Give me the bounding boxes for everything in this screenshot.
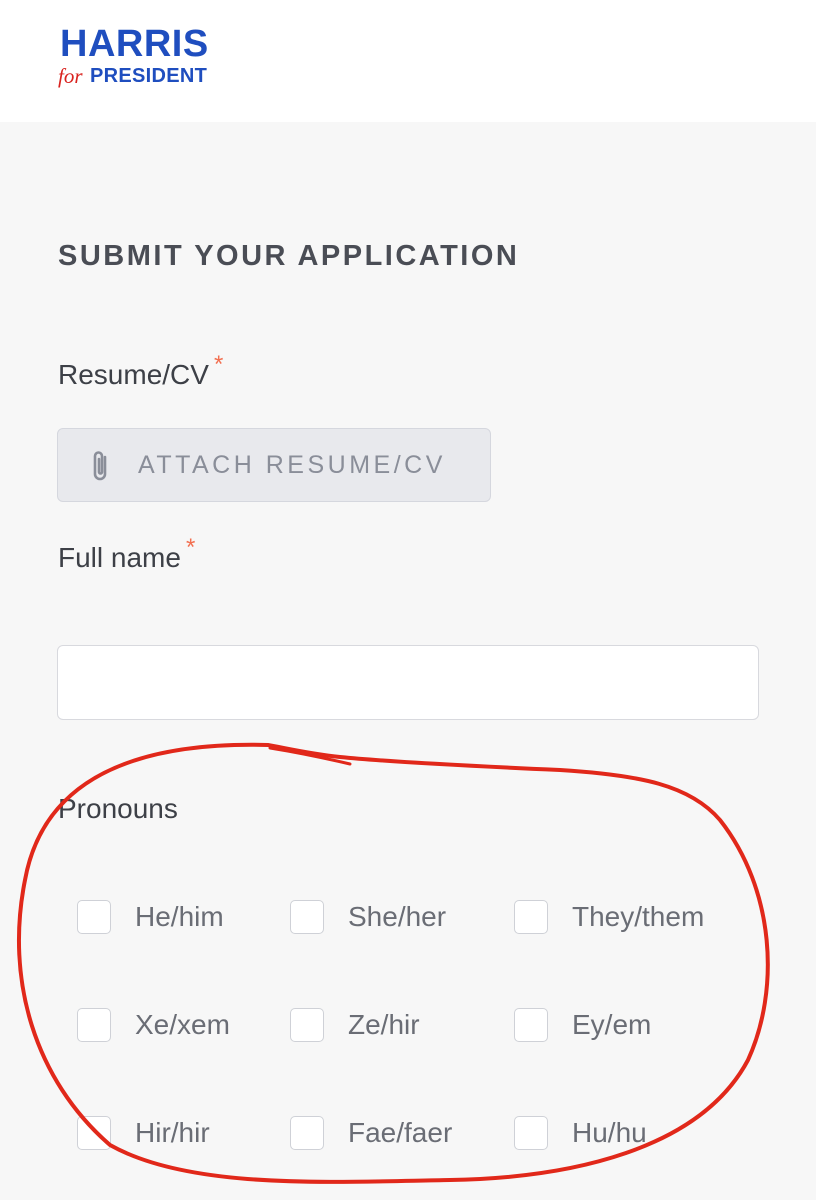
section-title: SUBMIT YOUR APPLICATION <box>58 240 520 272</box>
logo-for-text: for <box>58 64 83 88</box>
pronoun-option-label: They/them <box>572 901 705 932</box>
pronouns-label: Pronouns <box>58 793 178 824</box>
checkbox[interactable] <box>77 900 111 934</box>
pronoun-option-label: He/him <box>135 901 224 932</box>
pronoun-option-label: Hir/hir <box>135 1117 210 1148</box>
logo-harris-text: HARRIS <box>60 23 209 65</box>
pronoun-option-he-him[interactable]: He/him <box>77 900 257 940</box>
required-asterisk: * <box>213 351 224 378</box>
full-name-field-label: Full name * <box>58 534 195 577</box>
attach-resume-button[interactable]: ATTACH RESUME/CV <box>57 428 491 502</box>
pronoun-option-hu-hu[interactable]: Hu/hu <box>514 1116 734 1156</box>
pronoun-option-label: Xe/xem <box>135 1009 230 1040</box>
paperclip-icon <box>93 451 107 481</box>
checkbox[interactable] <box>77 1116 111 1150</box>
harris-for-president-logo[interactable]: HARRIS for PRESIDENT <box>58 23 260 94</box>
checkbox[interactable] <box>77 1008 111 1042</box>
pronoun-option-ey-em[interactable]: Ey/em <box>514 1008 734 1048</box>
resume-label-text: Resume/CV <box>58 359 209 390</box>
checkbox[interactable] <box>514 900 548 934</box>
pronoun-option-ze-hir[interactable]: Ze/hir <box>290 1008 470 1048</box>
pronoun-option-label: Hu/hu <box>572 1117 647 1148</box>
checkbox[interactable] <box>514 1116 548 1150</box>
pronoun-option-label: She/her <box>348 901 447 932</box>
pronoun-option-label: Ze/hir <box>348 1009 420 1040</box>
attach-resume-label: ATTACH RESUME/CV <box>138 451 446 479</box>
checkbox[interactable] <box>290 1008 324 1042</box>
required-asterisk: * <box>185 534 196 561</box>
checkbox[interactable] <box>290 1116 324 1150</box>
site-header: HARRIS for PRESIDENT <box>0 0 816 122</box>
pronoun-option-label: Ey/em <box>572 1009 652 1040</box>
resume-field-label: Resume/CV * <box>58 351 223 394</box>
pronoun-option-they-them[interactable]: They/them <box>514 900 734 940</box>
checkbox[interactable] <box>290 900 324 934</box>
pronoun-option-label: Fae/faer <box>348 1117 453 1148</box>
full-name-label-text: Full name <box>58 542 181 573</box>
logo-president-text: PRESIDENT <box>90 65 208 87</box>
pronoun-option-hir-hir[interactable]: Hir/hir <box>77 1116 257 1156</box>
pronoun-option-she-her[interactable]: She/her <box>290 900 470 940</box>
pronoun-option-fae-faer[interactable]: Fae/faer <box>290 1116 480 1156</box>
checkbox[interactable] <box>514 1008 548 1042</box>
pronoun-option-xe-xem[interactable]: Xe/xem <box>77 1008 257 1048</box>
full-name-input[interactable] <box>57 645 759 720</box>
